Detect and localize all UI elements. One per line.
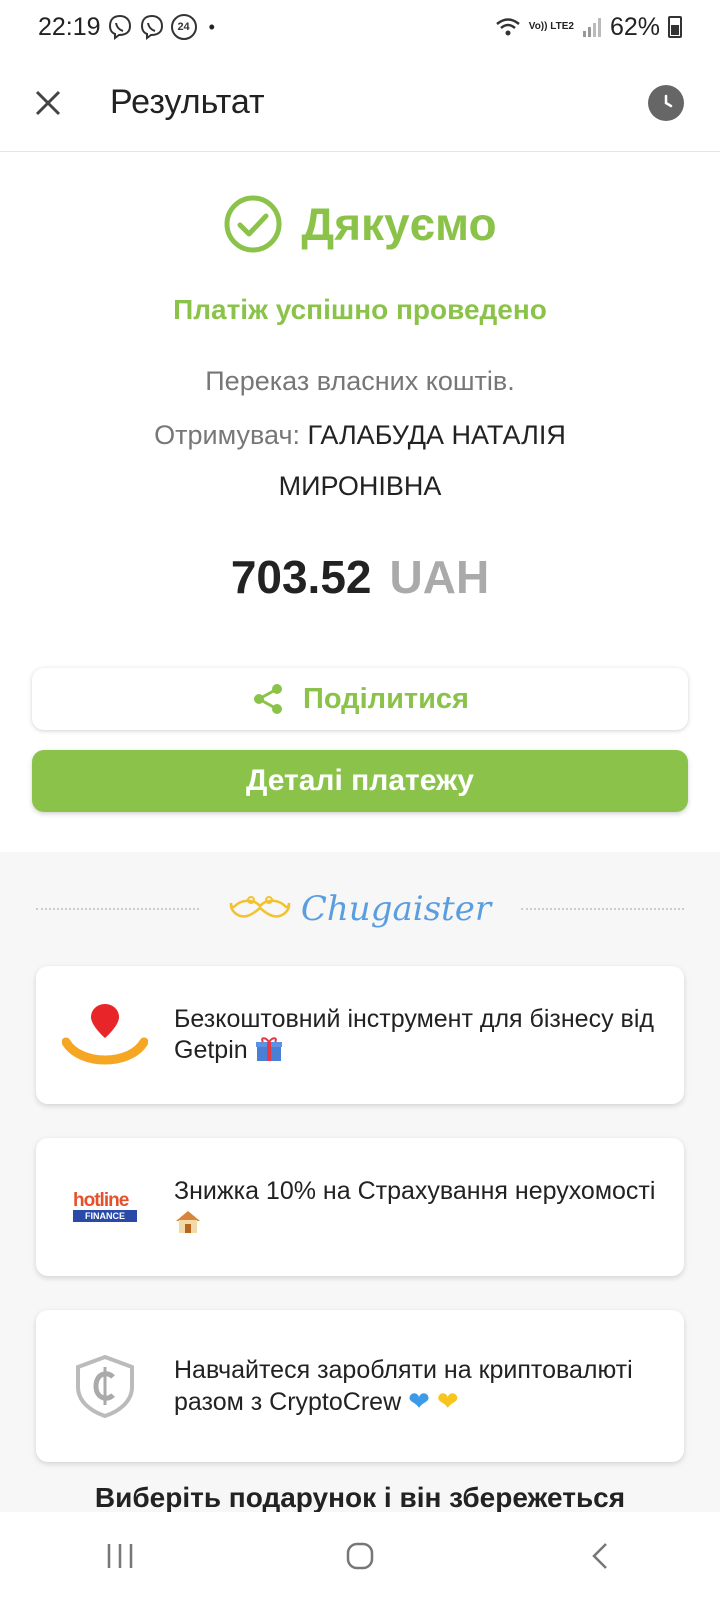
viber-icon — [108, 14, 131, 40]
page-title: Результат — [110, 83, 265, 121]
getpin-logo — [36, 1000, 174, 1070]
share-icon — [254, 684, 282, 714]
divider-right — [521, 908, 684, 910]
more-notifications-dot: • — [208, 16, 215, 37]
yellow-heart-icon: ❤ — [436, 1385, 459, 1416]
close-button[interactable] — [18, 73, 78, 133]
brand-divider: Chugaister — [36, 882, 684, 936]
blue-heart-icon: ❤ — [408, 1385, 430, 1416]
history-button[interactable] — [648, 84, 684, 121]
battery-percent: 62% — [609, 12, 660, 41]
wifi-icon — [495, 18, 520, 36]
app-bar: Результат — [0, 54, 720, 152]
back-icon — [592, 1543, 607, 1569]
home-button[interactable] — [320, 1526, 400, 1586]
payment-result: Дякуємо Платіж успішно проведено Переказ… — [0, 152, 720, 852]
recent-apps-icon — [107, 1544, 133, 1568]
signal-icon — [582, 18, 601, 37]
offer-card-getpin[interactable]: Безкоштовний інструмент для бізнесу від … — [36, 966, 684, 1104]
share-button[interactable]: Поділитися — [32, 668, 688, 730]
check-circle-icon — [224, 195, 282, 253]
back-button[interactable] — [560, 1526, 640, 1586]
recipient: Отримувач: ГАЛАБУДА НАТАЛІЯ МИРОНІВНА — [110, 410, 610, 512]
thanks-header: Дякуємо — [0, 194, 720, 254]
hotline-finance-logo: hotline FINANCE — [36, 1190, 174, 1222]
amount-currency: UAH — [389, 551, 490, 603]
chugaister-brand: Chugaister — [199, 889, 521, 929]
divider-left — [36, 908, 199, 910]
success-message: Платіж успішно проведено — [173, 294, 547, 325]
hotline-logo-wordmark: hotline — [73, 1190, 129, 1211]
cryptocrew-logo — [36, 1353, 174, 1419]
battery-icon — [668, 16, 682, 38]
thanks-title: Дякуємо — [301, 198, 497, 250]
viber-icon-2 — [140, 14, 163, 40]
offer-text: Навчайтеся заробляти на криптовалюті раз… — [174, 1355, 633, 1416]
offers-section: Chugaister Безкоштовний інструмент для б… — [0, 852, 720, 1513]
recent-apps-button[interactable] — [80, 1526, 160, 1586]
share-label: Поділитися — [303, 682, 469, 715]
recipient-name: ГАЛАБУДА НАТАЛІЯ МИРОНІВНА — [278, 420, 566, 501]
hotline-logo-subtext: FINANCE — [73, 1210, 137, 1222]
house-icon — [176, 1211, 200, 1233]
mustache-icon — [229, 896, 291, 918]
status-time: 22:19 — [38, 12, 101, 41]
clock-icon — [664, 94, 673, 107]
home-icon — [346, 1542, 374, 1570]
offer-text: Знижка 10% на Страхування нерухомості — [174, 1176, 684, 1238]
payment-details-button[interactable]: Деталі платежу — [32, 750, 688, 812]
offer-card-hotline[interactable]: hotline FINANCE Знижка 10% на Страхуванн… — [36, 1138, 684, 1276]
system-nav-bar — [0, 1512, 720, 1600]
amount-value: 703.52 — [230, 551, 372, 603]
transfer-description: Переказ власних коштів. — [205, 366, 515, 396]
gift-icon — [255, 1037, 282, 1061]
brand-name: Chugaister — [300, 889, 492, 929]
notification-badge-icon: 24 — [170, 14, 197, 40]
offer-card-cryptocrew[interactable]: Навчайтеся заробляти на криптовалюті раз… — [36, 1310, 684, 1462]
close-icon — [35, 90, 61, 115]
status-bar: 22:19 24 • Vo)) LTE2 62% — [0, 0, 720, 54]
offer-text: Безкоштовний інструмент для бізнесу від … — [174, 1005, 654, 1064]
recipient-label: Отримувач: — [154, 420, 301, 450]
payment-amount: 703.52 UAH — [0, 550, 720, 604]
lte-indicator: Vo)) LTE2 — [528, 21, 574, 32]
gift-cta-text: Виберіть подарунок і він збережеться — [94, 1482, 626, 1513]
